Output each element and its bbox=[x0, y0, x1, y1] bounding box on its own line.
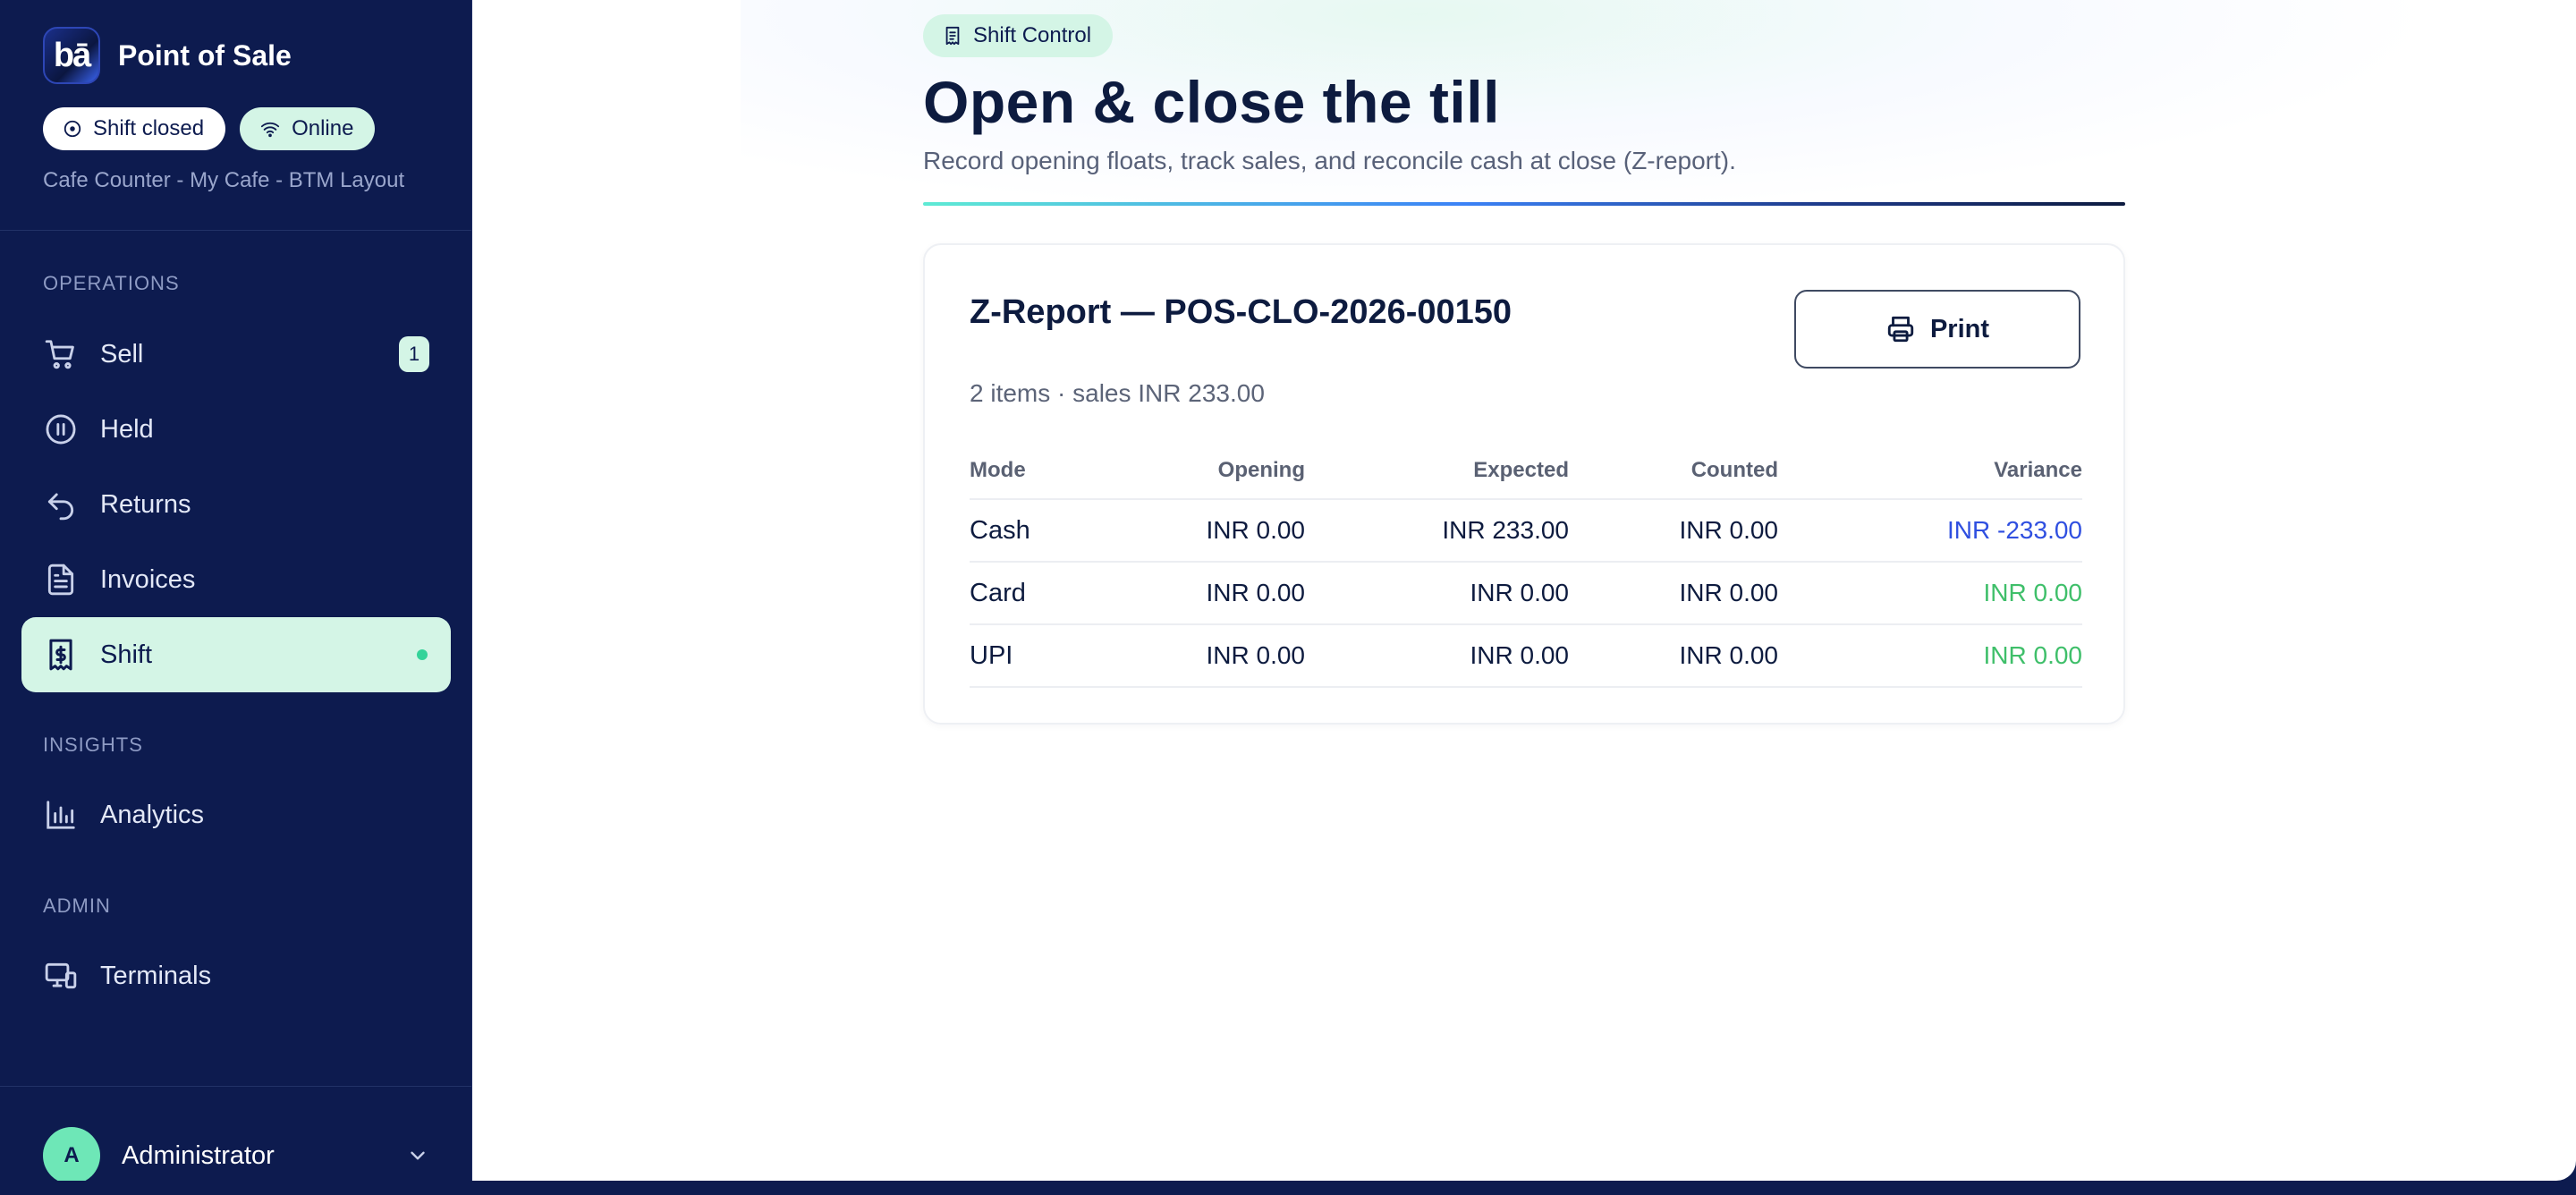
cell-variance: INR 0.00 bbox=[1778, 624, 2082, 688]
receipt-dollar-icon bbox=[43, 637, 79, 673]
sidebar-item-label: Held bbox=[100, 414, 154, 444]
sidebar-item-label: Shift bbox=[100, 640, 153, 669]
column-header-variance: Variance bbox=[1778, 442, 2082, 500]
return-icon bbox=[43, 487, 79, 522]
cell-mode: UPI bbox=[970, 624, 1122, 688]
page-subtitle: Record opening floats, track sales, and … bbox=[923, 147, 1736, 174]
user-menu[interactable]: A Administrator bbox=[43, 1127, 429, 1181]
cell-expected: INR 233.00 bbox=[1305, 499, 1569, 563]
cell-counted: INR 0.00 bbox=[1569, 499, 1778, 563]
pause-icon bbox=[43, 411, 79, 447]
location-label: Cafe Counter - My Cafe - BTM Layout bbox=[43, 168, 405, 192]
table-header-row: Mode Opening Expected Counted Variance bbox=[970, 442, 2082, 500]
print-button-label: Print bbox=[1929, 314, 1990, 343]
table-row: Card INR 0.00 INR 0.00 INR 0.00 INR 0.00 bbox=[970, 562, 2082, 625]
z-report-summary: 2 items · sales INR 233.00 bbox=[970, 379, 1265, 407]
status-pills: Shift closed Online bbox=[43, 107, 376, 150]
page-title: Open & close the till bbox=[923, 69, 1500, 135]
cell-mode: Cash bbox=[970, 499, 1122, 563]
user-name: Administrator bbox=[122, 1140, 275, 1170]
sidebar-item-label: Returns bbox=[100, 489, 191, 519]
column-header-counted: Counted bbox=[1569, 442, 1778, 500]
cart-icon bbox=[43, 336, 79, 372]
section-admin: ADMIN bbox=[43, 894, 111, 917]
print-button[interactable]: Print bbox=[1794, 290, 2080, 369]
app-logo: bā bbox=[43, 27, 100, 84]
cell-opening: INR 0.00 bbox=[1122, 562, 1305, 625]
sidebar-item-label: Analytics bbox=[100, 800, 205, 829]
user-divider bbox=[0, 1086, 471, 1087]
z-report-table: Mode Opening Expected Counted Variance C… bbox=[970, 442, 2082, 688]
main-content: Shift Control Open & close the till Reco… bbox=[472, 0, 2576, 1181]
sidebar-item-invoices[interactable]: Invoices bbox=[21, 542, 451, 617]
sidebar-item-returns[interactable]: Returns bbox=[21, 467, 451, 542]
column-header-expected: Expected bbox=[1305, 442, 1569, 500]
sidebar-item-terminals[interactable]: Terminals bbox=[21, 938, 451, 1013]
cell-opening: INR 0.00 bbox=[1122, 624, 1305, 688]
cell-variance: INR 0.00 bbox=[1778, 562, 2082, 625]
section-operations: OPERATIONS bbox=[43, 272, 180, 294]
network-status-label: Online bbox=[292, 116, 354, 140]
table-row: UPI INR 0.00 INR 0.00 INR 0.00 INR 0.00 bbox=[970, 624, 2082, 688]
cell-variance: INR -233.00 bbox=[1778, 499, 2082, 563]
receipt-icon bbox=[945, 26, 960, 46]
sidebar-divider bbox=[0, 230, 471, 231]
sidebar-item-held[interactable]: Held bbox=[21, 392, 451, 467]
shift-status-badge: Shift closed bbox=[43, 107, 226, 150]
cell-mode: Card bbox=[970, 562, 1122, 625]
cell-opening: INR 0.00 bbox=[1122, 499, 1305, 563]
accent-divider bbox=[923, 202, 2125, 206]
wifi-icon bbox=[260, 122, 280, 138]
sidebar-item-label: Sell bbox=[100, 339, 144, 369]
printer-icon bbox=[1887, 316, 1914, 343]
cell-counted: INR 0.00 bbox=[1569, 562, 1778, 625]
avatar: A bbox=[43, 1127, 100, 1181]
section-chip-label: Shift Control bbox=[973, 23, 1092, 47]
cell-counted: INR 0.00 bbox=[1569, 624, 1778, 688]
brand[interactable]: bā Point of Sale bbox=[43, 27, 292, 84]
sidebar-item-label: Terminals bbox=[100, 961, 212, 990]
cell-expected: INR 0.00 bbox=[1305, 624, 1569, 688]
z-report-title: Z-Report — POS-CLO-2026-00150 bbox=[970, 293, 1513, 331]
table-row: Cash INR 0.00 INR 233.00 INR 0.00 INR -2… bbox=[970, 499, 2082, 563]
network-status-badge: Online bbox=[240, 107, 376, 150]
section-insights: INSIGHTS bbox=[43, 733, 143, 756]
column-header-opening: Opening bbox=[1122, 442, 1305, 500]
app-title: Point of Sale bbox=[118, 38, 292, 72]
bar-chart-icon bbox=[43, 797, 79, 833]
cart-count-badge: 1 bbox=[399, 336, 429, 372]
sidebar-item-label: Invoices bbox=[100, 564, 196, 594]
sidebar: bā Point of Sale Shift closed Online Caf… bbox=[0, 0, 472, 1181]
chevron-down-icon[interactable] bbox=[406, 1144, 429, 1167]
sidebar-item-shift[interactable]: Shift bbox=[21, 617, 451, 692]
section-chip: Shift Control bbox=[923, 14, 1114, 57]
document-icon bbox=[43, 562, 79, 598]
monitor-icon bbox=[43, 958, 79, 994]
z-report-card: Z-Report — POS-CLO-2026-00150 2 items · … bbox=[923, 243, 2125, 725]
shift-status-label: Shift closed bbox=[93, 116, 205, 140]
sidebar-item-analytics[interactable]: Analytics bbox=[21, 777, 451, 852]
sidebar-item-sell[interactable]: Sell 1 bbox=[21, 317, 451, 392]
app-window: bā Point of Sale Shift closed Online Caf… bbox=[0, 0, 2576, 1181]
active-indicator-dot bbox=[417, 649, 428, 660]
column-header-mode: Mode bbox=[970, 442, 1122, 500]
cell-expected: INR 0.00 bbox=[1305, 562, 1569, 625]
clock-icon bbox=[64, 120, 81, 138]
